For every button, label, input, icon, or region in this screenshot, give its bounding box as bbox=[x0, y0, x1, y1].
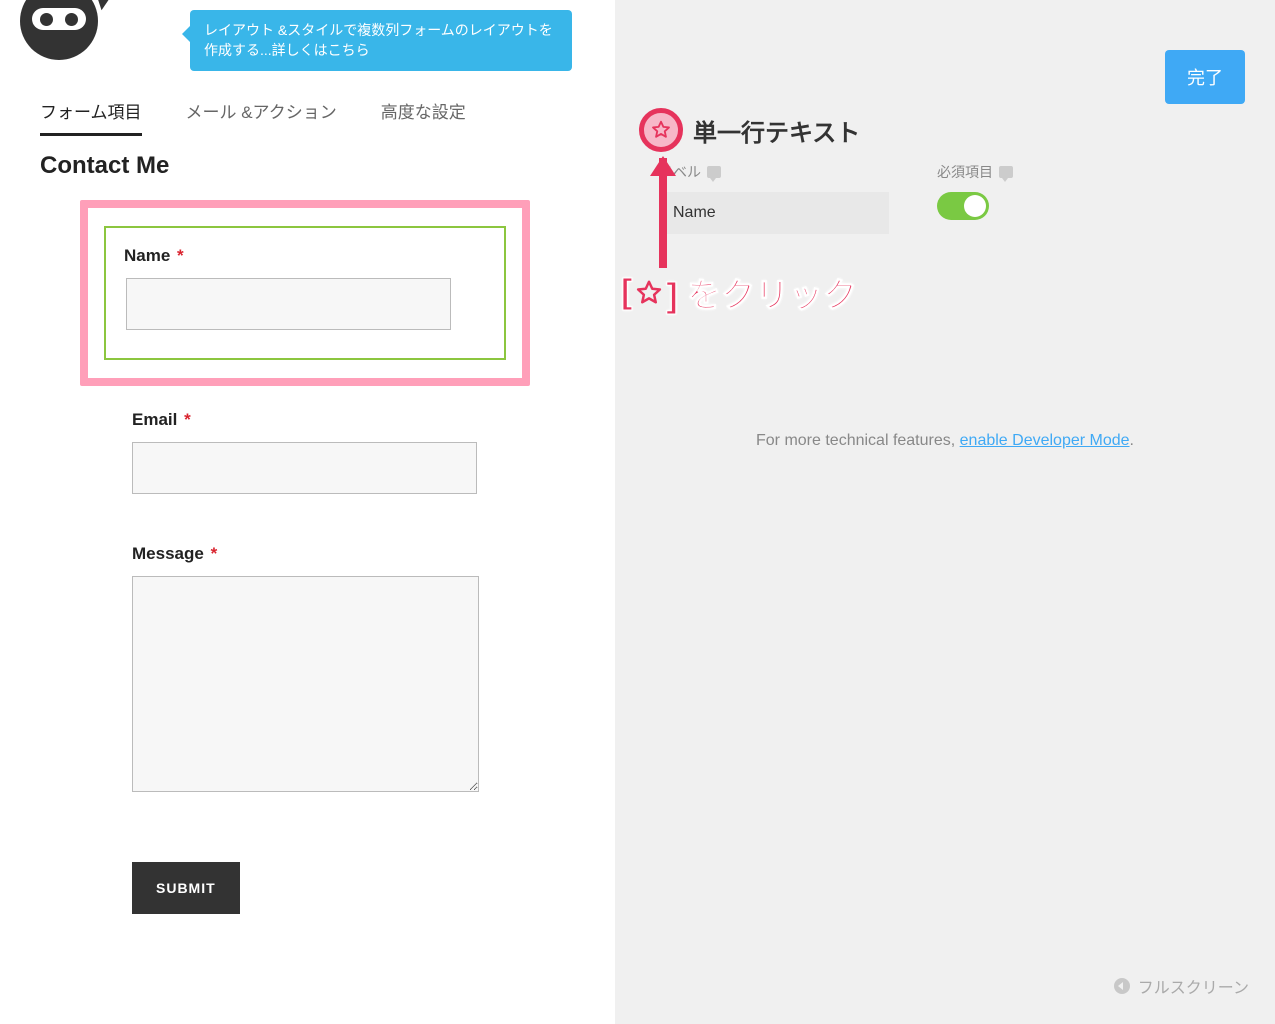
enable-developer-mode-link[interactable]: enable Developer Mode bbox=[960, 432, 1130, 449]
dev-mode-suffix: . bbox=[1130, 432, 1134, 449]
annotation-suffix: ] をクリック bbox=[666, 268, 857, 317]
form-preview: Name * Email * Message * SUBMIT bbox=[80, 200, 530, 914]
selected-field-outline[interactable]: Name * bbox=[104, 226, 506, 360]
tab-mail-actions[interactable]: メール &アクション bbox=[186, 98, 337, 136]
setting-required-caption: 必須項目 bbox=[937, 162, 1013, 182]
field-type-title: 単一行テキスト bbox=[693, 113, 860, 148]
form-builder-panel: レイアウト &スタイルで複数列フォームのレイアウトを作成する...詳しくはこちら… bbox=[0, 0, 615, 1024]
star-outline-icon bbox=[634, 278, 664, 308]
fullscreen-label: フルスクリーン bbox=[1138, 974, 1249, 998]
toggle-knob bbox=[964, 195, 986, 217]
email-input[interactable] bbox=[132, 442, 477, 494]
form-title: Contact Me bbox=[40, 152, 169, 180]
field-label-text: Name bbox=[124, 246, 170, 265]
submit-button[interactable]: SUBMIT bbox=[132, 862, 240, 914]
tab-form-fields[interactable]: フォーム項目 bbox=[40, 98, 142, 136]
annotation-callout: [ ] をクリック bbox=[621, 268, 857, 317]
annotation-prefix: [ bbox=[621, 273, 632, 312]
field-label-name: Name * bbox=[124, 246, 184, 266]
star-outline-icon bbox=[650, 119, 672, 141]
annotation-arrow-icon bbox=[659, 158, 667, 268]
field-settings-panel: 完了 単一行テキスト ラベル 必須項目 [ bbox=[615, 0, 1275, 1024]
field-label-input[interactable] bbox=[659, 192, 889, 234]
name-input[interactable] bbox=[126, 278, 451, 330]
field-message[interactable]: Message * bbox=[80, 544, 530, 792]
field-email[interactable]: Email * bbox=[80, 410, 530, 494]
field-label-text: Message bbox=[132, 544, 204, 563]
developer-mode-hint: For more technical features, enable Deve… bbox=[615, 432, 1275, 450]
ninja-logo bbox=[20, 0, 140, 67]
setting-label-caption: ラベル bbox=[659, 162, 929, 182]
field-label-text: Email bbox=[132, 410, 177, 429]
comment-icon[interactable] bbox=[999, 166, 1013, 178]
collapse-icon bbox=[1114, 978, 1130, 994]
field-settings-header: 単一行テキスト bbox=[639, 108, 860, 152]
favorite-star-button[interactable] bbox=[639, 108, 683, 152]
tab-advanced[interactable]: 高度な設定 bbox=[381, 98, 466, 136]
required-star-icon: * bbox=[184, 410, 191, 429]
comment-icon[interactable] bbox=[707, 166, 721, 178]
message-textarea[interactable] bbox=[132, 576, 479, 792]
annotation-highlight-outer: Name * bbox=[80, 200, 530, 386]
field-label-email: Email * bbox=[132, 410, 191, 430]
setting-label-text: 必須項目 bbox=[937, 162, 993, 182]
required-star-icon: * bbox=[177, 246, 184, 265]
hint-tooltip[interactable]: レイアウト &スタイルで複数列フォームのレイアウトを作成する...詳しくはこちら bbox=[190, 10, 572, 71]
builder-tabs: フォーム項目 メール &アクション 高度な設定 bbox=[40, 98, 466, 136]
required-star-icon: * bbox=[211, 544, 218, 563]
field-label-message: Message * bbox=[132, 544, 217, 564]
field-settings-row: ラベル 必須項目 bbox=[659, 162, 1245, 234]
done-button[interactable]: 完了 bbox=[1165, 50, 1245, 104]
required-toggle[interactable] bbox=[937, 192, 989, 220]
fullscreen-toggle[interactable]: フルスクリーン bbox=[1114, 974, 1249, 998]
dev-mode-prefix: For more technical features, bbox=[756, 432, 960, 449]
